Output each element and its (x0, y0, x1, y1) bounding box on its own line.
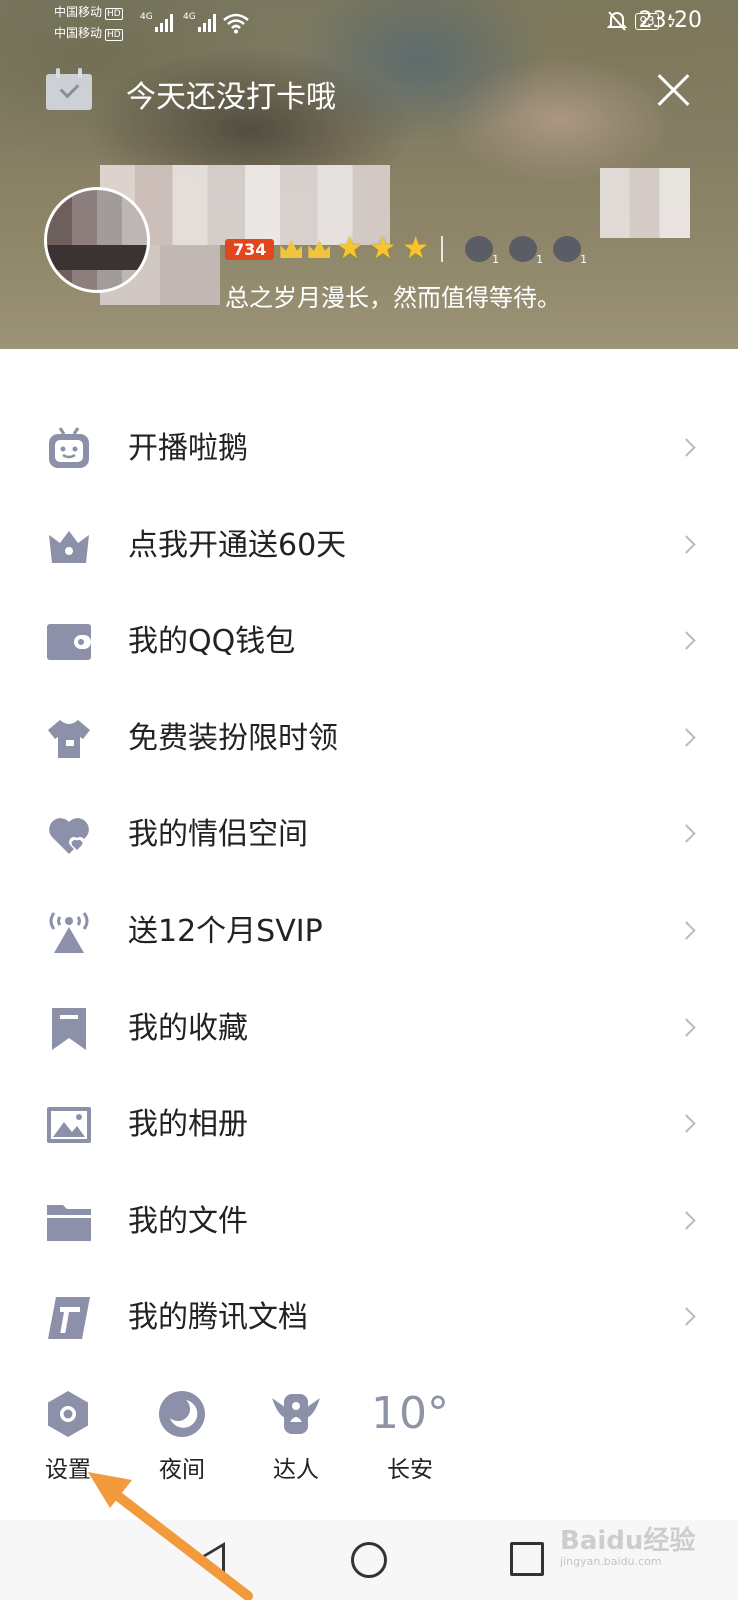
avatar[interactable] (44, 187, 150, 293)
night-mode-button[interactable]: 夜间 (132, 1388, 232, 1484)
menu-item-dressup[interactable]: 免费装扮限时领 (0, 710, 738, 807)
menu-item-svip[interactable]: 送12个月SVIP (0, 903, 738, 1000)
mute-bell-icon (607, 11, 628, 31)
chevron-right-icon (677, 1211, 696, 1230)
document-icon (46, 1295, 92, 1341)
chevron-right-icon (677, 438, 696, 457)
signal-2-icon: 4G (183, 12, 216, 32)
back-icon[interactable] (195, 1542, 225, 1578)
menu-item-tencent-docs[interactable]: 我的腾讯文档 (0, 1289, 738, 1386)
menu-label: 我的文件 (128, 1203, 248, 1239)
level-badges[interactable]: 734 ★ ★ ★ 1 1 1 (225, 231, 587, 266)
menu-item-live[interactable]: 开播啦鹅 (0, 420, 738, 517)
menu-label: 免费装扮限时领 (128, 720, 338, 756)
penguin-badge-icon: 1 (465, 236, 499, 266)
bookmark-icon (46, 1006, 92, 1052)
weather-button[interactable]: 10° 长安 (360, 1388, 460, 1484)
crown-icon (46, 523, 92, 569)
wallet-icon (46, 619, 92, 665)
carrier-2-label: 中国移动 (54, 26, 103, 40)
badge-count: 1 (536, 253, 544, 266)
crown-icon (280, 240, 303, 258)
menu-item-wallet[interactable]: 我的QQ钱包 (0, 613, 738, 710)
carrier-2: 中国移动 HD (54, 27, 123, 41)
shirt-icon (46, 716, 92, 762)
menu-item-album[interactable]: 我的相册 (0, 1096, 738, 1193)
chevron-right-icon (677, 534, 696, 554)
profile-header[interactable]: 中国移动 HD 中国移动 HD 4G 4G 93 ϟ 23:20 今天还没打卡哦… (0, 0, 738, 349)
badge-divider (441, 236, 444, 262)
checkin-prompt[interactable]: 今天还没打卡哦 (126, 72, 336, 116)
weather-city: 长安 (387, 1457, 433, 1483)
watermark-brand: Baidu经验 (560, 1526, 696, 1556)
moon-icon (159, 1391, 205, 1437)
crown-icon (308, 240, 331, 258)
carrier-1: 中国移动 HD (54, 6, 123, 20)
menu-label: 我的情侣空间 (128, 817, 308, 853)
image-icon (46, 1102, 92, 1148)
chevron-right-icon (677, 921, 696, 940)
winged-penguin-icon (272, 1394, 320, 1434)
weather-temperature: 10° (371, 1388, 449, 1439)
menu-item-files[interactable]: 我的文件 (0, 1193, 738, 1290)
wifi-icon (223, 13, 249, 34)
menu-list: 开播啦鹅 点我开通送60天 我的QQ钱包 免费装扮限时领 我的情侣空间 送12个… (0, 420, 738, 1386)
menu-label: 我的腾讯文档 (128, 1300, 308, 1336)
clock: 23:20 (638, 8, 702, 33)
badge-count: 1 (492, 253, 500, 266)
settings-label: 设置 (45, 1457, 91, 1483)
chevron-right-icon (677, 824, 696, 844)
chevron-right-icon (677, 1017, 696, 1037)
heart-icon (46, 812, 92, 858)
folder-icon (46, 1199, 92, 1245)
penguin-badge-icon: 1 (509, 236, 543, 266)
baidu-watermark: Baidu经验 jingyan.baidu.com (560, 1520, 695, 1568)
chevron-right-icon (677, 728, 696, 747)
hd-2-badge: HD (105, 29, 123, 41)
antenna-icon (46, 909, 92, 955)
menu-item-couple-space[interactable]: 我的情侣空间 (0, 806, 738, 903)
level-badge: 734 (225, 238, 275, 260)
blurred-corner (600, 168, 690, 238)
menu-label: 我的相册 (128, 1107, 248, 1143)
diamond-badge-icon: 1 (553, 236, 587, 266)
star-icon: ★ (369, 231, 397, 266)
menu-label: 我的收藏 (128, 1010, 248, 1046)
menu-label: 开播啦鹅 (128, 431, 248, 466)
net-1-label: 4G (140, 12, 153, 22)
calendar-checkin-icon[interactable] (46, 68, 92, 110)
net-2-label: 4G (183, 12, 196, 22)
chevron-right-icon (677, 1114, 696, 1133)
signal-1-icon: 4G (140, 12, 173, 32)
home-icon[interactable] (351, 1542, 387, 1578)
expert-button[interactable]: 达人 (246, 1388, 346, 1484)
menu-item-vip-offer[interactable]: 点我开通送60天 (0, 517, 738, 614)
watermark-url: jingyan.baidu.com (560, 1555, 662, 1568)
menu-label: 我的QQ钱包 (128, 624, 296, 660)
signature[interactable]: 总之岁月漫长，然而值得等待。 (225, 278, 561, 313)
badge-count: 1 (580, 253, 588, 266)
bottom-tools: 设置 夜间 达人 10° 长安 (0, 1388, 738, 1488)
night-label: 夜间 (159, 1457, 205, 1483)
recent-apps-icon[interactable] (510, 1542, 544, 1576)
menu-item-favorites[interactable]: 我的收藏 (0, 1000, 738, 1097)
menu-label: 送12个月SVIP (128, 913, 323, 949)
tv-robot-icon (46, 426, 92, 472)
settings-button[interactable]: 设置 (18, 1388, 118, 1484)
star-icon: ★ (336, 231, 364, 266)
chevron-right-icon (677, 1307, 696, 1327)
chevron-right-icon (677, 631, 696, 650)
gear-icon (48, 1391, 88, 1437)
expert-label: 达人 (273, 1457, 319, 1483)
close-icon[interactable] (656, 72, 692, 108)
hd-1-badge: HD (105, 8, 123, 20)
star-icon: ★ (402, 231, 430, 266)
status-bar: 中国移动 HD 中国移动 HD 4G 4G 93 ϟ 23:20 (0, 0, 738, 48)
menu-label: 点我开通送60天 (128, 527, 347, 563)
carrier-1-label: 中国移动 (54, 5, 103, 19)
